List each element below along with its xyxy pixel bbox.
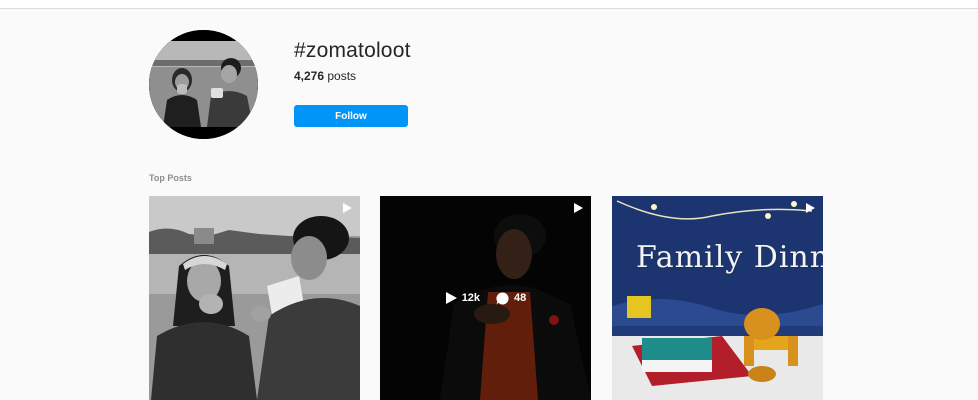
post-count: 4,276 posts [294, 69, 356, 83]
post-count-number: 4,276 [294, 69, 325, 83]
comment-icon [496, 291, 509, 304]
play-count-value: 12k [461, 292, 481, 304]
top-post-1[interactable] [149, 196, 360, 400]
top-post-2[interactable]: 12k 48 [380, 196, 591, 400]
reel-icon [343, 203, 352, 213]
comment-count-value: 48 [514, 292, 527, 304]
play-count: 12k [445, 292, 480, 304]
follow-button[interactable]: Follow [294, 105, 408, 127]
post-stats-overlay: 12k 48 [380, 196, 591, 400]
play-icon [445, 292, 457, 304]
top-nav-bar [0, 0, 978, 9]
top-post-3[interactable]: Family Dinn [612, 196, 823, 400]
hashtag-title: #zomatoloot [294, 39, 411, 62]
reel-icon [806, 203, 815, 213]
comment-count: 48 [496, 291, 527, 305]
top-posts-heading: Top Posts [149, 173, 192, 183]
reel-icon [574, 203, 583, 213]
hashtag-avatar [149, 30, 258, 139]
post-overlay-text: Family Dinn [636, 240, 823, 275]
post-count-suffix: posts [327, 69, 357, 83]
